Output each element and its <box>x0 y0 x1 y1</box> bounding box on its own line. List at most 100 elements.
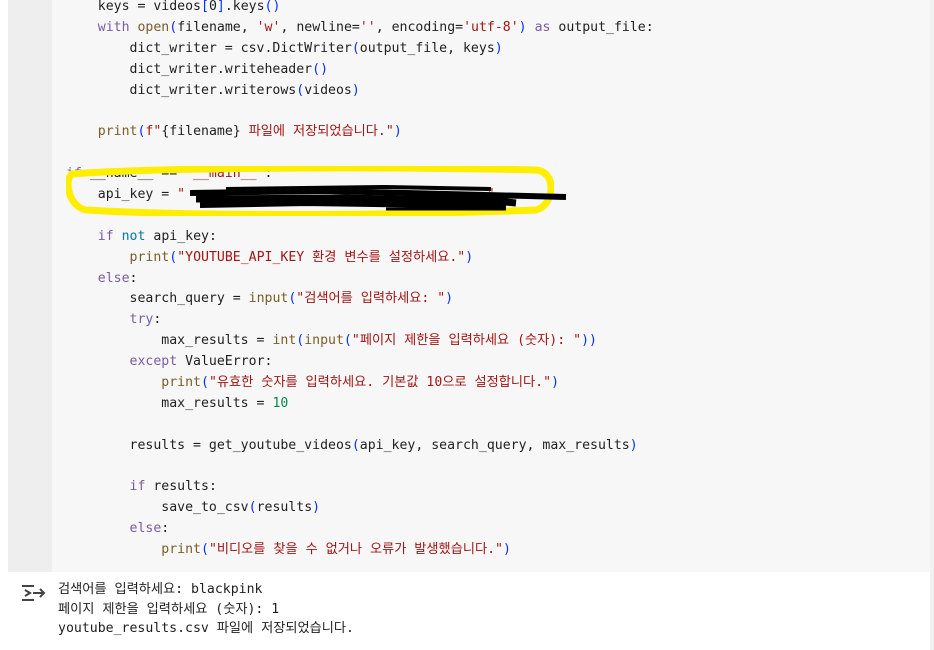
cell-output: 검색어를 입력하세요: blackpink 페이지 제한을 입력하세요 (숫자)… <box>8 572 934 650</box>
code-line: else: <box>66 519 934 540</box>
code-token: : <box>161 521 170 537</box>
code-token: dict_writer = csv.DictWriter <box>66 40 352 56</box>
code-token: results = get_youtube_videos <box>66 437 352 453</box>
code-token: output_file, keys <box>359 40 495 56</box>
code-token: max_results = <box>66 333 273 349</box>
code-token: "유효한 숫자를 입력하세요. 기본값 10으로 설정합니다." <box>208 375 552 391</box>
code-token: api_key = <box>66 187 178 203</box>
code-token: ) <box>312 500 321 516</box>
code-token: open <box>137 19 170 35</box>
code-token: ( <box>200 375 209 391</box>
code-line: print("유효한 숫자를 입력하세요. 기본값 10으로 설정합니다.") <box>66 373 934 394</box>
code-token: () <box>264 0 281 14</box>
code-line <box>66 457 934 478</box>
code-token: f" <box>145 124 162 140</box>
code-token: 10 <box>272 395 289 411</box>
code-token: as <box>534 19 551 35</box>
code-token: : <box>264 166 273 182</box>
code-token: if <box>97 228 114 244</box>
code-token: print <box>97 124 138 140</box>
code-token: filename, <box>177 19 257 35</box>
code-token: with <box>97 19 130 35</box>
code-token: api_key: <box>145 228 217 244</box>
output-line: 검색어를 입력하세요: blackpink <box>58 582 263 597</box>
code-token: search_query = <box>66 291 249 307</box>
code-token: print <box>129 249 170 265</box>
code-token: max_results = <box>66 395 273 411</box>
code-token: ) <box>393 124 402 140</box>
code-line: if results: <box>66 477 934 498</box>
code-token: ValueError: <box>177 354 273 370</box>
code-line: print("비디오를 찾을 수 없거나 오류가 발생했습니다.") <box>66 540 934 561</box>
code-token: 'utf-8' <box>463 19 519 35</box>
code-line <box>66 206 934 227</box>
code-line: results = get_youtube_videos(api_key, se… <box>66 436 934 457</box>
code-token: ) <box>494 40 503 56</box>
code-token: else <box>129 521 162 537</box>
code-cell[interactable]: keys = videos[0].keys() with open(filena… <box>8 0 934 572</box>
code-line: print(f"{filename} 파일에 저장되었습니다.") <box>66 122 934 143</box>
output-line: youtube_results.csv 파일에 저장되었습니다. <box>58 621 354 636</box>
code-token: dict_writer.writeheader <box>66 61 313 77</box>
code-token: not <box>121 228 146 244</box>
code-token: ( <box>296 82 305 98</box>
code-token: results <box>256 500 313 516</box>
code-token: videos <box>304 82 352 98</box>
code-token: int <box>272 333 297 349</box>
output-toggle-icon[interactable] <box>20 582 46 604</box>
code-token: ) <box>445 291 454 307</box>
code-token: {filename} <box>161 124 241 140</box>
code-token: print <box>161 375 201 391</box>
code-token: __name__ == <box>81 166 186 182</box>
code-token: input <box>304 333 344 349</box>
code-token: , encoding= <box>375 19 464 35</box>
code-token: ) <box>551 375 560 391</box>
output-text: 검색어를 입력하세요: blackpink 페이지 제한을 입력하세요 (숫자)… <box>58 580 354 639</box>
code-token: )) <box>581 333 597 349</box>
code-token: input <box>248 291 289 307</box>
code-token: 0 <box>208 0 217 14</box>
code-token: ) <box>465 249 474 265</box>
code-line: except ValueError: <box>66 352 934 373</box>
scrollbar-track[interactable] <box>930 0 934 650</box>
code-line <box>66 415 934 436</box>
code-line: api_key = " " <box>66 185 934 206</box>
output-line: 페이지 제한을 입력하세요 (숫자): 1 <box>58 601 280 617</box>
code-token: except <box>129 354 178 370</box>
code-line: search_query = input("검색어를 입력하세요: ") <box>66 289 934 310</box>
code-line: save_to_csv(results) <box>66 498 934 519</box>
code-token: save_to_csv <box>66 500 249 516</box>
code-token: if <box>66 166 82 182</box>
code-token: if <box>129 479 146 495</box>
cell-gutter <box>8 0 52 572</box>
code-token: "검색어를 입력하세요: " <box>296 291 446 307</box>
code-token: results: <box>145 479 217 495</box>
code-token: "비디오를 찾을 수 없거나 오류가 발생했습니다." <box>208 542 503 558</box>
code-token: api_key, search_query, max_results <box>359 437 630 453</box>
code-line: try: <box>66 310 934 331</box>
code-editor[interactable]: keys = videos[0].keys() with open(filena… <box>66 0 934 561</box>
code-token: ) <box>351 82 360 98</box>
code-line: max_results = int(input("페이지 제한을 입력하세요 (… <box>66 331 934 352</box>
code-token: ) <box>518 19 527 35</box>
code-token: : <box>129 270 138 286</box>
code-token: try <box>129 312 154 328</box>
code-token: output_file: <box>550 19 654 35</box>
code-line: else: <box>66 269 934 290</box>
code-token: print <box>161 542 201 558</box>
code-token: ( <box>169 19 178 35</box>
code-token: ( <box>248 500 257 516</box>
